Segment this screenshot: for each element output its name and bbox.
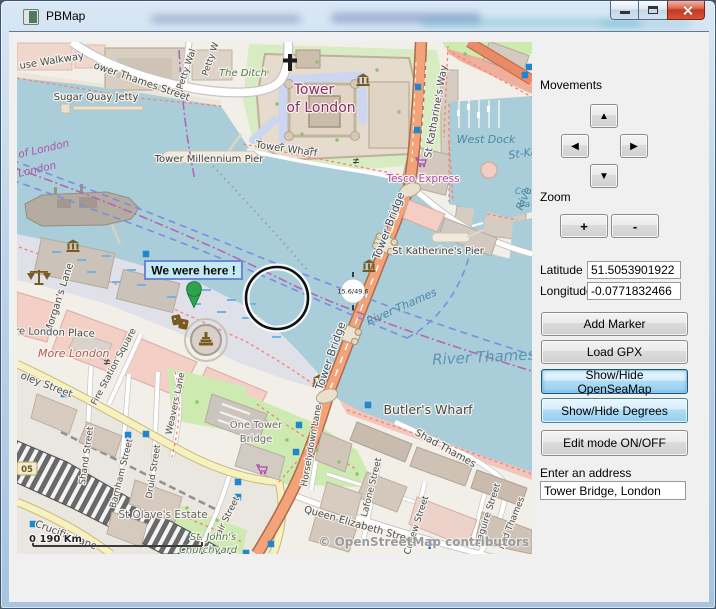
edit-handle[interactable] <box>293 449 300 456</box>
map-canvas[interactable]: 15.6/49.6 <box>17 42 532 554</box>
glass-reflection <box>601 21 691 27</box>
marker-tooltip-text: We were here ! <box>151 264 235 278</box>
movements-label: Movements <box>540 78 602 92</box>
marker-tooltip: We were here ! <box>145 261 242 279</box>
edit-handle[interactable] <box>243 550 250 554</box>
bridge-clearance-sign: 15.6/49.6 <box>337 288 368 296</box>
minimize-icon <box>620 11 630 14</box>
map-label: Tesco Express <box>385 173 459 185</box>
titlebar[interactable]: PBMap <box>1 1 716 31</box>
map-label: The Ditch <box>219 68 267 79</box>
close-button[interactable] <box>667 1 705 20</box>
map-label: St Olave's Estate <box>118 509 207 521</box>
edit-handle[interactable] <box>415 84 422 91</box>
map-label: Tower <box>293 82 335 98</box>
map-label: Tower Millennium Pier <box>154 154 265 165</box>
edit-handle[interactable] <box>526 64 532 71</box>
app-window: PBMap <box>0 0 716 609</box>
map-label: Sugar Quay Jetty <box>54 92 139 103</box>
map-label: Bridge <box>240 434 273 445</box>
longitude-input[interactable] <box>587 282 681 300</box>
edit-handle[interactable] <box>522 72 529 79</box>
pan-right-button[interactable]: ▶ <box>620 134 648 158</box>
edit-handle[interactable] <box>125 432 132 439</box>
pan-up-button[interactable]: ▲ <box>590 104 618 128</box>
edit-mode-button[interactable]: Edit mode ON/OFF <box>541 430 688 456</box>
latitude-label: Latitude <box>540 263 583 277</box>
edit-handle[interactable] <box>414 127 421 134</box>
minimize-button[interactable] <box>610 1 639 20</box>
client-area: 15.6/49.6 <box>9 31 709 602</box>
address-input[interactable] <box>540 481 686 500</box>
toggle-degrees-button[interactable]: Show/Hide Degrees <box>541 398 688 423</box>
map-svg[interactable]: 15.6/49.6 <box>17 42 532 554</box>
zoom-in-button[interactable]: + <box>560 214 608 238</box>
close-icon <box>682 5 693 16</box>
maximize-button[interactable] <box>639 1 667 20</box>
zoom-out-button[interactable]: - <box>611 214 659 238</box>
longitude-label: Longitude <box>540 284 593 298</box>
latitude-input[interactable] <box>587 261 681 279</box>
map-label: of London <box>286 100 355 116</box>
map-label: One Tower <box>230 420 283 431</box>
pan-left-button[interactable]: ◀ <box>561 134 589 158</box>
zoom-label: Zoom <box>540 190 571 204</box>
maximize-icon <box>648 6 658 14</box>
route-shield-number: 05 <box>21 465 33 475</box>
map-label: St Katherine's Pier <box>392 246 485 257</box>
edit-handle[interactable] <box>296 422 303 429</box>
map-label: West Dock <box>457 133 516 146</box>
glass-reflection <box>151 15 301 23</box>
toggle-openseamap-button[interactable]: Show/Hide OpenSeaMap <box>541 369 688 394</box>
pan-down-button[interactable]: ▼ <box>590 164 618 188</box>
map-label: St. John's <box>190 532 236 543</box>
map-attribution: © OpenStreetMap contributors <box>318 535 529 549</box>
address-label: Enter an address <box>540 466 631 480</box>
edit-handle[interactable] <box>235 479 242 486</box>
edit-handle[interactable] <box>143 251 150 258</box>
map-label: More London <box>38 347 110 360</box>
edit-handle[interactable] <box>365 402 372 409</box>
map-label: Butler's Wharf <box>383 402 473 417</box>
edit-handle[interactable] <box>268 541 275 548</box>
window-title: PBMap <box>46 9 85 23</box>
add-marker-button[interactable]: Add Marker <box>541 312 688 336</box>
scale-text: 0 190 Km <box>29 534 82 545</box>
edit-handle[interactable] <box>143 431 150 438</box>
app-icon <box>23 9 39 25</box>
load-gpx-button[interactable]: Load GPX <box>541 340 688 364</box>
